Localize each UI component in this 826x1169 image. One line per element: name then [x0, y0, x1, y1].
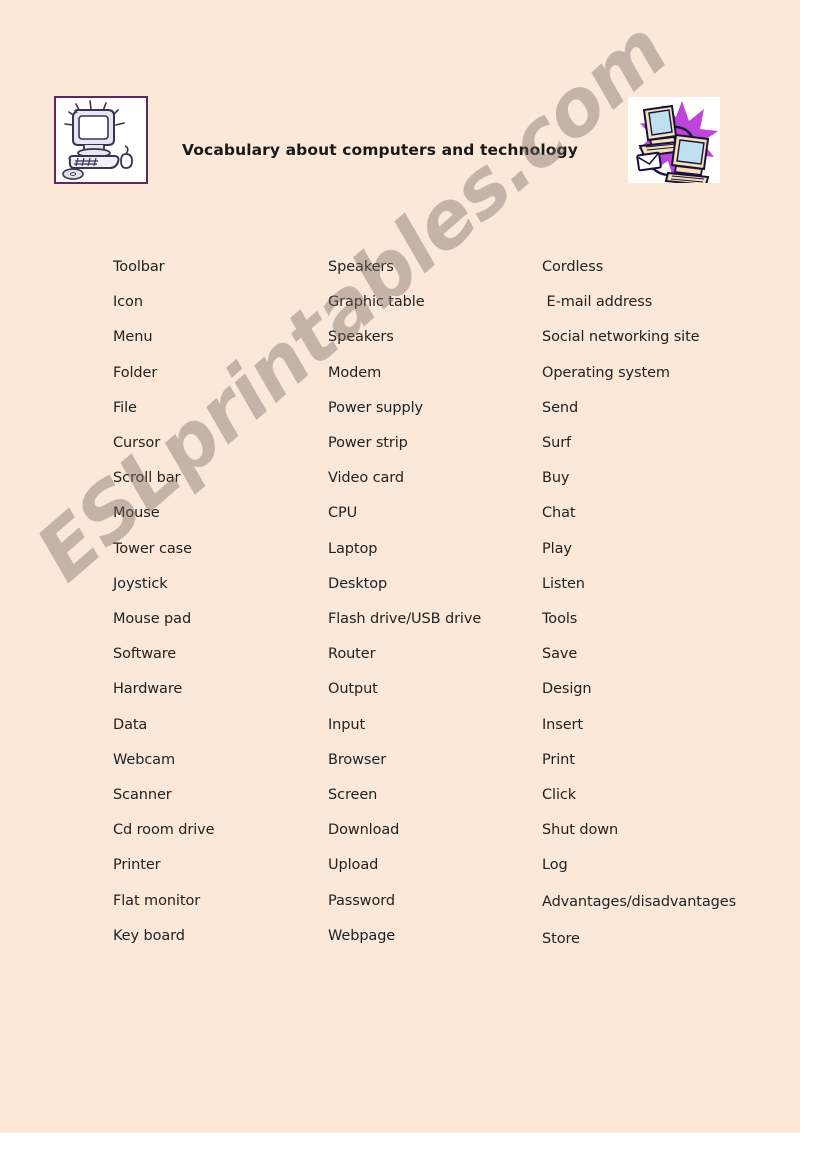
vocabulary-item: Cursor [113, 435, 161, 452]
vocabulary-item: Folder [113, 364, 158, 381]
vocabulary-item: Video card [328, 470, 405, 487]
vocabulary-item: Design [542, 681, 592, 698]
vocabulary-item: Listen [542, 575, 585, 592]
vocabulary-item: Laptop [328, 540, 378, 557]
vocabulary-item: Software [113, 646, 177, 663]
vocabulary-item: File [113, 399, 137, 416]
vocabulary-item: Graphic table [328, 294, 425, 311]
page-title: Vocabulary about computers and technolog… [182, 141, 578, 160]
vocabulary-item: Chat [542, 505, 576, 522]
vocabulary-item: Browser [328, 751, 387, 768]
vocabulary-item: CPU [328, 505, 358, 522]
vocabulary-item: Download [328, 822, 400, 839]
vocabulary-item: Router [328, 646, 376, 663]
vocabulary-item: Advantages/disadvantages [542, 893, 737, 910]
vocabulary-item: Tower case [113, 540, 192, 557]
vocabulary-item: Flat monitor [113, 892, 201, 909]
vocabulary-column-2: Speakers Graphic table Speakers Modem Po… [328, 250, 528, 954]
vocabulary-item: Store [542, 930, 580, 947]
worksheet-page: Vocabulary about computers and technolog… [0, 0, 800, 1133]
vocabulary-item: Screen [328, 787, 378, 804]
vocabulary-item: Menu [113, 329, 153, 346]
vocabulary-item: Cd room drive [113, 822, 215, 839]
vocabulary-item: Mouse [113, 505, 160, 522]
vocabulary-item: Speakers [328, 259, 394, 275]
vocabulary-item: Data [113, 716, 148, 733]
vocabulary-item: Webcam [113, 751, 175, 768]
vocabulary-item: Insert [542, 716, 583, 733]
vocabulary-columns: Toolbar Icon Menu Folder File Cursor Scr… [0, 250, 800, 1010]
vocabulary-item: Printer [113, 857, 161, 874]
vocabulary-item: Input [328, 716, 366, 733]
vocabulary-item: Social networking site [542, 329, 700, 346]
vocabulary-item: Webpage [328, 927, 396, 944]
vocabulary-item: Send [542, 399, 579, 416]
vocabulary-column-3: Cordless E-mail address Social networkin… [542, 250, 737, 957]
vocabulary-item: Buy [542, 470, 570, 487]
vocabulary-item: Scanner [113, 787, 172, 804]
vocabulary-item: Operating system [542, 364, 670, 381]
vocabulary-item: Output [328, 681, 378, 698]
vocabulary-item: Flash drive/USB drive [328, 611, 482, 628]
vocabulary-item: Save [542, 646, 578, 663]
vocabulary-item: Click [542, 787, 577, 804]
vocabulary-column-1: Toolbar Icon Menu Folder File Cursor Scr… [113, 250, 313, 954]
vocabulary-item: Power strip [328, 435, 408, 452]
vocabulary-item: Password [328, 892, 395, 909]
networked-computers-icon [628, 97, 720, 183]
vocabulary-item: Power supply [328, 399, 424, 416]
vocabulary-item: Print [542, 751, 575, 768]
vocabulary-item: Key board [113, 927, 185, 944]
vocabulary-item: E-mail address [542, 294, 653, 311]
vocabulary-item: Log [542, 857, 568, 874]
vocabulary-item: Mouse pad [113, 611, 192, 628]
vocabulary-item: Desktop [328, 575, 388, 592]
vocabulary-item: Joystick [113, 575, 168, 592]
desktop-computer-icon [54, 96, 148, 184]
vocabulary-item: Tools [542, 611, 578, 628]
vocabulary-item: Cordless [542, 259, 604, 275]
vocabulary-item: Surf [542, 435, 572, 452]
vocabulary-item: Hardware [113, 681, 183, 698]
vocabulary-item: Icon [113, 294, 143, 311]
vocabulary-item: Shut down [542, 822, 619, 839]
vocabulary-item: Modem [328, 364, 382, 381]
vocabulary-item: Toolbar [113, 259, 165, 275]
vocabulary-item: Play [542, 540, 572, 557]
vocabulary-item: Upload [328, 857, 379, 874]
header: Vocabulary about computers and technolog… [0, 88, 800, 192]
vocabulary-item: Speakers [328, 329, 394, 346]
vocabulary-item: Scroll bar [113, 470, 181, 487]
